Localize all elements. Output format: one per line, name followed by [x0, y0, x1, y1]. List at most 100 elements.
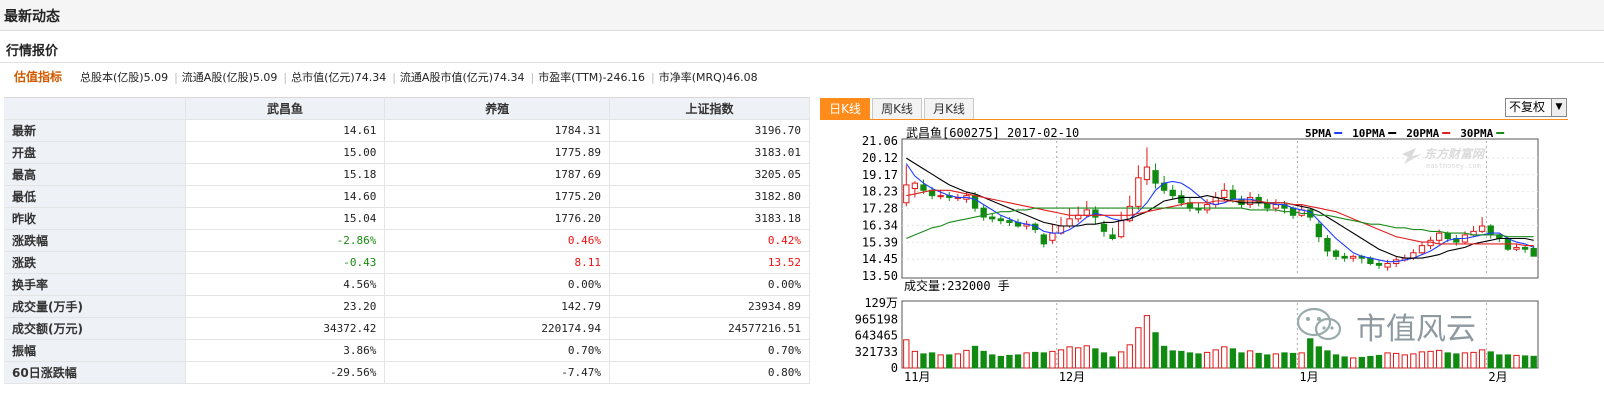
volume-tick-label: 643465 [855, 329, 898, 343]
volume-bar [937, 354, 944, 369]
fuquan-select[interactable]: 不复权 ▼ [1505, 98, 1567, 117]
volume-bar [1117, 351, 1125, 369]
volume-bar [1238, 352, 1245, 369]
volume-bar [1023, 352, 1030, 369]
volume-bar [1203, 351, 1211, 369]
table-row: 昨收 15.04 1776.20 3183.18 [4, 207, 810, 230]
volume-bar [1049, 350, 1056, 369]
candle-body [1315, 223, 1323, 238]
table-cell: 23934.89 [609, 295, 810, 318]
volume-bar [1375, 354, 1383, 369]
wechat-icon [1296, 307, 1342, 341]
candle-body [903, 184, 910, 204]
row-label: 振幅 [4, 339, 186, 362]
volume-bar [1427, 350, 1434, 369]
candle-body [1521, 246, 1529, 250]
volume-bar [1367, 355, 1374, 369]
table-cell: 1776.20 [384, 207, 611, 230]
quote-table-header: 武昌鱼 养殖 上证指数 [4, 97, 810, 120]
price-tick-label: 20.12 [862, 151, 898, 165]
volume-bar [1160, 345, 1168, 369]
volume-bar [1350, 357, 1357, 369]
candle-body [971, 195, 979, 209]
volume-bar [1478, 349, 1486, 369]
table-cell: 3182.80 [609, 185, 810, 208]
table-cell: 1784.31 [384, 119, 611, 142]
volume-bar [1496, 354, 1503, 369]
candle-body [1178, 195, 1185, 204]
tab-weekly-kline[interactable]: 周K线 [872, 98, 922, 119]
x-axis-label: 11月 [904, 370, 930, 384]
valuation-separator: | [530, 71, 535, 84]
volume-bar [1083, 345, 1090, 369]
volume-bar [1143, 315, 1151, 369]
table-cell: -0.43 [185, 251, 386, 274]
col-header-blank [4, 97, 186, 120]
candle-body [1341, 255, 1348, 259]
col-header-sector: 养殖 [384, 97, 611, 120]
volume-bar [1444, 352, 1451, 369]
volume-bar [911, 350, 919, 369]
volume-bar [954, 353, 962, 369]
legend-label: 5PMA [1305, 127, 1332, 140]
table-cell: 34372.42 [185, 317, 386, 340]
table-cell: 1775.89 [384, 141, 611, 164]
table-cell: 4.56% [185, 273, 386, 296]
candle-body [1513, 246, 1520, 250]
valuation-separator: | [283, 71, 288, 84]
row-label: 涨跌 [4, 251, 186, 274]
table-row: 涨跌 -0.43 8.11 13.52 [4, 251, 810, 274]
candle-body [911, 182, 919, 189]
table-cell: 8.11 [384, 251, 611, 274]
volume-bar [1324, 350, 1331, 369]
candle-body [1229, 189, 1237, 200]
candle-body [1117, 220, 1125, 238]
table-row: 换手率 4.56% 0.00% 0.00% [4, 273, 810, 296]
volume-bar [1221, 346, 1228, 369]
table-cell: 3.86% [185, 339, 386, 362]
candle-body [1332, 250, 1340, 257]
watermark-text: 东方财富网 [1424, 147, 1486, 161]
candle-body [1435, 232, 1443, 241]
valuation-bar: 估值指标 总股本(亿股)5.09 | 流通A股(亿股)5.09 | 总市值(亿元)74.… [0, 63, 1604, 87]
kline-title: 武昌鱼[600275] 2017-02-10 [906, 126, 1079, 140]
chevron-down-icon[interactable]: ▼ [1551, 99, 1566, 116]
table-cell: 0.46% [384, 229, 611, 252]
wechat-watermark: 市值风云 [1290, 298, 1530, 348]
candle-body [1418, 245, 1426, 254]
table-cell: 23.20 [185, 295, 386, 318]
x-axis-label: 12月 [1059, 370, 1085, 384]
volume-tick-label: 0 [891, 361, 898, 375]
volume-bar [1255, 352, 1262, 369]
volume-bar [1289, 352, 1297, 369]
tab-daily-kline[interactable]: 日K线 [820, 98, 870, 119]
volume-tick-label: 965198 [855, 312, 898, 326]
volume-bar [1521, 355, 1529, 369]
table-cell: 0.70% [609, 339, 810, 362]
table-row: 涨跌幅 -2.86% 0.46% 0.42% [4, 229, 810, 252]
row-label: 开盘 [4, 141, 186, 164]
volume-bar [980, 350, 987, 369]
volume-bar [1006, 354, 1013, 369]
volume-bar [1410, 353, 1417, 369]
section-title: 行情报价 [6, 44, 59, 59]
tab-monthly-kline[interactable]: 月K线 [924, 98, 974, 119]
row-label: 换手率 [4, 273, 186, 296]
row-label: 成交额(万元) [4, 317, 186, 340]
candle-body [1040, 234, 1047, 245]
candle-body [1135, 177, 1142, 207]
row-label: 涨跌幅 [4, 229, 186, 252]
volume-bar [1178, 350, 1185, 369]
table-cell: 14.60 [185, 185, 386, 208]
volume-bar [1504, 354, 1512, 369]
table-cell: 24577216.51 [609, 317, 810, 340]
price-tick-label: 13.50 [862, 269, 898, 283]
valuation-items: 总股本(亿股)5.09 | 流通A股(亿股)5.09 | 总市值(亿元)74.34 | 流通… [80, 69, 764, 85]
table-cell: 0.80% [609, 361, 810, 384]
table-cell: 1775.20 [384, 185, 611, 208]
candle-body [1384, 263, 1391, 268]
table-row: 开盘 15.00 1775.89 3183.01 [4, 141, 810, 164]
row-label: 成交量(万手) [4, 295, 186, 318]
table-cell: 0.00% [384, 273, 611, 296]
volume-bar [1229, 348, 1237, 369]
